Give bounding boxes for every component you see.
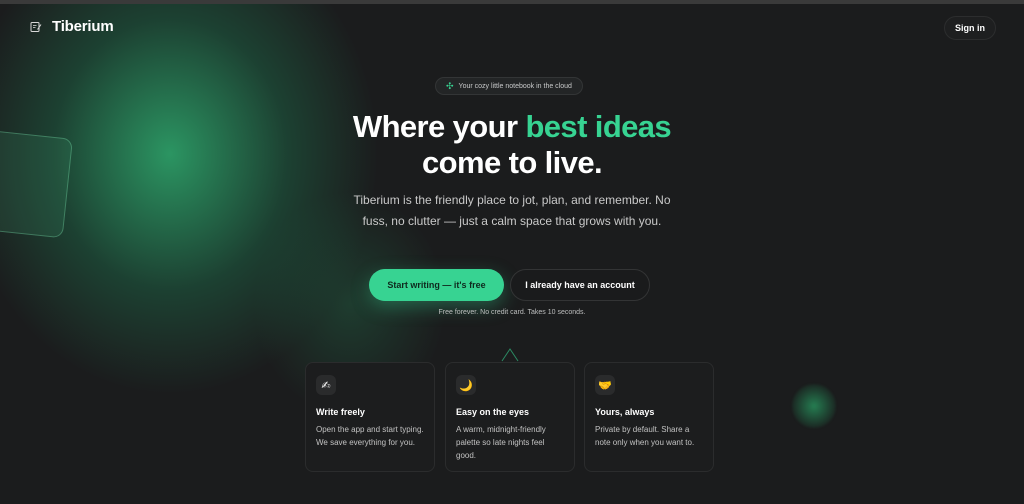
headline-part2: come to live. xyxy=(422,145,603,180)
feature-card-easy-on-eyes: 🌙 Easy on the eyes A warm, midnight-frie… xyxy=(445,362,575,472)
sign-in-button[interactable]: Sign in xyxy=(944,16,996,40)
writing-hand-icon: ✍ xyxy=(316,375,336,395)
moon-icon: 🌙 xyxy=(456,375,476,395)
feature-title: Write freely xyxy=(316,407,365,417)
sparkle-icon: ✣ xyxy=(446,80,454,91)
start-writing-button[interactable]: Start writing — it's free xyxy=(369,269,504,301)
feature-title: Easy on the eyes xyxy=(456,407,530,417)
hero-subtitle: Tiberium is the friendly place to jot, p… xyxy=(353,193,671,228)
site-header: Tiberium Sign in xyxy=(0,4,1024,52)
headline-accent: best ideas xyxy=(525,109,672,144)
logo-text: Tiberium xyxy=(52,18,114,35)
headline-part1: Where your xyxy=(352,109,526,144)
triangle-decoration-icon xyxy=(501,348,519,362)
logo[interactable]: Tiberium xyxy=(30,18,114,35)
tagline-pill: ✣ Your cozy little notebook in the cloud xyxy=(435,77,583,95)
landing-page: Tiberium Sign in ✣ Your cozy little note… xyxy=(0,4,1024,504)
fineprint-text: Free forever. No credit card. Takes 10 s… xyxy=(438,309,586,316)
note-edit-icon xyxy=(30,21,42,32)
tagline-text: Your cozy little notebook in the cloud xyxy=(458,82,572,90)
handshake-icon: 🤝 xyxy=(595,375,615,395)
feature-title: Yours, always xyxy=(595,407,655,417)
decorative-orb xyxy=(792,384,836,428)
feature-text: A warm, midnight-friendly palette so lat… xyxy=(456,425,546,460)
feature-card-write-freely: ✍ Write freely Open the app and start ty… xyxy=(305,362,435,472)
feature-card-yours-always: 🤝 Yours, always Private by default. Shar… xyxy=(584,362,714,472)
existing-account-button[interactable]: I already have an account xyxy=(510,269,650,301)
hero-headline: Where your best ideas come to live. xyxy=(0,109,1024,181)
feature-text: Open the app and start typing. We save e… xyxy=(316,425,424,447)
feature-text: Private by default. Share a note only wh… xyxy=(595,425,695,447)
